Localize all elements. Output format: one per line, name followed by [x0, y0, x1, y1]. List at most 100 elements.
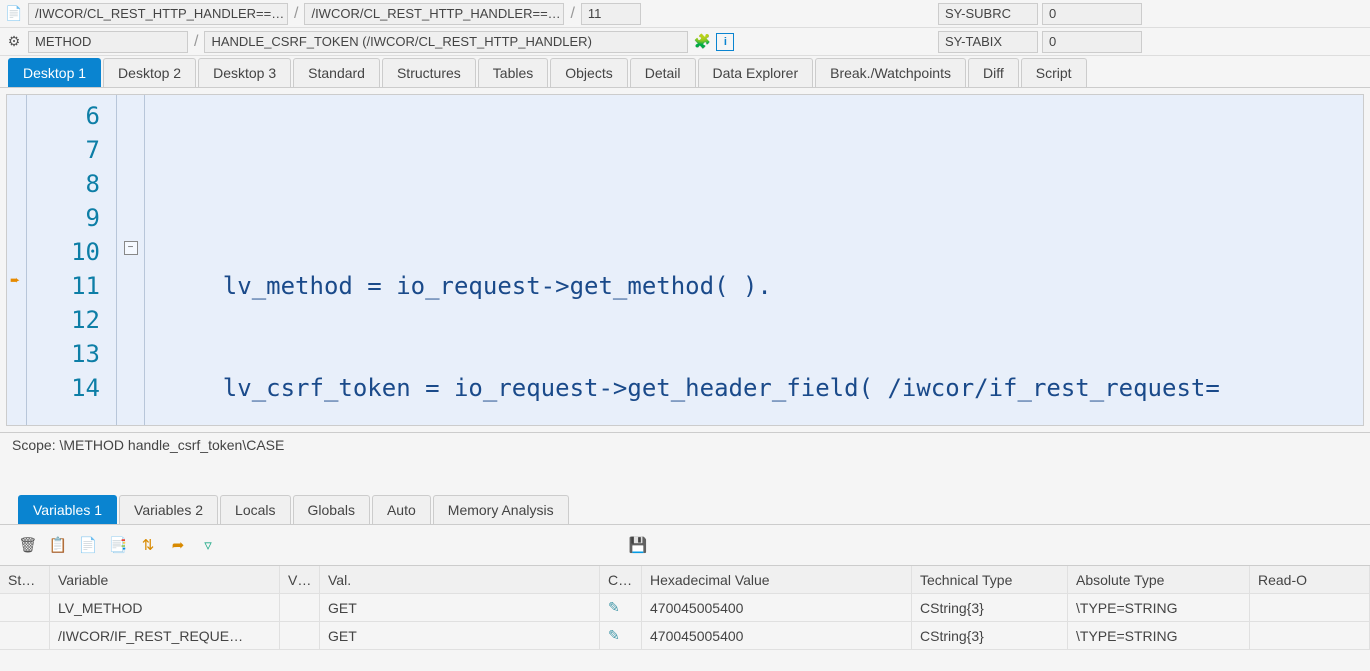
action1-icon[interactable]: 📋 — [48, 535, 68, 555]
scope-bar: Scope: \METHOD handle_csrf_token\CASE — [0, 432, 1370, 457]
variables-toolbar: 🗑 📋 📄 📑 ⇅ ➦ ▿ 💾 — [0, 525, 1370, 565]
tab-detail[interactable]: Detail — [630, 58, 696, 87]
tab-diff[interactable]: Diff — [968, 58, 1019, 87]
tab-desktop-3[interactable]: Desktop 3 — [198, 58, 291, 87]
line-num: 9 — [31, 201, 100, 235]
sy-tabix-label: SY-TABIX — [938, 31, 1038, 53]
line-num: 6 — [31, 99, 100, 133]
breakpoint-gutter[interactable]: ➨ — [7, 95, 27, 425]
tab-variables-2[interactable]: Variables 2 — [119, 495, 218, 524]
fold-collapse-icon[interactable]: − — [124, 241, 138, 255]
line-num: 12 — [31, 303, 100, 337]
fold-gutter[interactable]: − — [117, 95, 145, 425]
delete-icon[interactable]: 🗑 — [18, 535, 38, 555]
cell-status — [0, 594, 50, 621]
cell-value: GET — [320, 622, 600, 649]
cell-vt — [280, 594, 320, 621]
table-row[interactable]: /IWCOR/IF_REST_REQUE… GET ✎ 470045005400… — [0, 622, 1370, 650]
col-readonly[interactable]: Read-O — [1250, 566, 1370, 593]
path-sep-2: / — [568, 5, 576, 23]
info-icon[interactable]: i — [716, 33, 734, 51]
save-icon[interactable]: 💾 — [628, 535, 648, 555]
tab-memory-analysis[interactable]: Memory Analysis — [433, 495, 569, 524]
tab-objects[interactable]: Objects — [550, 58, 627, 87]
hierarchy-icon[interactable]: 🧩 — [692, 32, 712, 52]
cell-change[interactable]: ✎ — [600, 622, 642, 649]
tab-break-watchpoints[interactable]: Break./Watchpoints — [815, 58, 966, 87]
line-num: 10 — [31, 235, 100, 269]
code-line-6 — [145, 167, 1363, 201]
col-tech[interactable]: Technical Type — [912, 566, 1068, 593]
cell-variable: LV_METHOD — [50, 594, 280, 621]
code-editor[interactable]: ➨ 6 7 8 9 10 11 12 13 14 − lv_method = i… — [6, 94, 1364, 426]
current-line-field[interactable]: 11 — [581, 3, 641, 25]
sy-subrc-label: SY-SUBRC — [938, 3, 1038, 25]
edit-icon[interactable]: ✎ — [608, 599, 620, 616]
cell-hex: 470045005400 — [642, 622, 912, 649]
code-line-8: lv_csrf_token = io_request->get_header_f… — [145, 371, 1363, 405]
line-num: 13 — [31, 337, 100, 371]
cell-change[interactable]: ✎ — [600, 594, 642, 621]
splitter[interactable] — [0, 457, 1370, 493]
cell-variable: /IWCOR/IF_REST_REQUE… — [50, 622, 280, 649]
table-row[interactable]: LV_METHOD GET ✎ 470045005400 CString{3} … — [0, 594, 1370, 622]
filter-icon[interactable]: ▿ — [198, 535, 218, 555]
breadcrumb-path-1[interactable]: /IWCOR/CL_REST_HTTP_HANDLER==… — [28, 3, 288, 25]
action2-icon[interactable]: 📄 — [78, 535, 98, 555]
line-num: 14 — [31, 371, 100, 405]
code-body[interactable]: lv_method = io_request->get_method( ). l… — [145, 95, 1363, 425]
sy-tabix-value: 0 — [1042, 31, 1142, 53]
object-type-field[interactable]: METHOD — [28, 31, 188, 53]
col-change[interactable]: C… — [600, 566, 642, 593]
tab-desktop-2[interactable]: Desktop 2 — [103, 58, 196, 87]
cell-abs: \TYPE=STRING — [1068, 622, 1250, 649]
tab-data-explorer[interactable]: Data Explorer — [698, 58, 814, 87]
line-num: 11 — [31, 269, 100, 303]
breadcrumb-path-2[interactable]: /IWCOR/CL_REST_HTTP_HANDLER==… — [304, 3, 564, 25]
sy-subrc-value: 0 — [1042, 3, 1142, 25]
edit-icon[interactable]: ✎ — [608, 627, 620, 644]
cell-tech: CString{3} — [912, 622, 1068, 649]
col-hex[interactable]: Hexadecimal Value — [642, 566, 912, 593]
variables-tabs: Variables 1 Variables 2 Locals Globals A… — [0, 493, 1370, 525]
tab-script[interactable]: Script — [1021, 58, 1087, 87]
line-num: 8 — [31, 167, 100, 201]
path-sep-3: / — [192, 33, 200, 51]
cell-tech: CString{3} — [912, 594, 1068, 621]
col-value[interactable]: Val. — [320, 566, 600, 593]
cell-abs: \TYPE=STRING — [1068, 594, 1250, 621]
document-icon[interactable]: 📄 — [4, 4, 24, 24]
col-variable[interactable]: Variable — [50, 566, 280, 593]
line-number-gutter: 6 7 8 9 10 11 12 13 14 — [27, 95, 117, 425]
tab-structures[interactable]: Structures — [382, 58, 476, 87]
col-abs[interactable]: Absolute Type — [1068, 566, 1250, 593]
col-status[interactable]: St… — [0, 566, 50, 593]
gear-icon[interactable]: ⚙ — [4, 32, 24, 52]
cell-value: GET — [320, 594, 600, 621]
toolbar-row-1: 📄 /IWCOR/CL_REST_HTTP_HANDLER==… / /IWCO… — [0, 0, 1370, 28]
tab-locals[interactable]: Locals — [220, 495, 290, 524]
cell-vt — [280, 622, 320, 649]
method-name-field[interactable]: HANDLE_CSRF_TOKEN (/IWCOR/CL_REST_HTTP_H… — [204, 31, 688, 53]
variables-header-row: St… Variable V… Val. C… Hexadecimal Valu… — [0, 566, 1370, 594]
tab-globals[interactable]: Globals — [293, 495, 370, 524]
tab-auto[interactable]: Auto — [372, 495, 431, 524]
path-sep-1: / — [292, 5, 300, 23]
export-icon[interactable]: ➦ — [168, 535, 188, 555]
tab-tables[interactable]: Tables — [478, 58, 548, 87]
cell-readonly — [1250, 594, 1370, 621]
tab-standard[interactable]: Standard — [293, 58, 380, 87]
tab-variables-1[interactable]: Variables 1 — [18, 495, 117, 524]
cell-hex: 470045005400 — [642, 594, 912, 621]
desktop-tabs: Desktop 1 Desktop 2 Desktop 3 Standard S… — [0, 56, 1370, 88]
line-num: 7 — [31, 133, 100, 167]
code-line-7: lv_method = io_request->get_method( ). — [145, 269, 1363, 303]
current-line-arrow-icon: ➨ — [7, 273, 26, 287]
action3-icon[interactable]: 📑 — [108, 535, 128, 555]
tab-desktop-1[interactable]: Desktop 1 — [8, 58, 101, 87]
sort-icon[interactable]: ⇅ — [138, 535, 158, 555]
toolbar-row-2: ⚙ METHOD / HANDLE_CSRF_TOKEN (/IWCOR/CL_… — [0, 28, 1370, 56]
col-vt[interactable]: V… — [280, 566, 320, 593]
variables-table: St… Variable V… Val. C… Hexadecimal Valu… — [0, 565, 1370, 650]
cell-readonly — [1250, 622, 1370, 649]
